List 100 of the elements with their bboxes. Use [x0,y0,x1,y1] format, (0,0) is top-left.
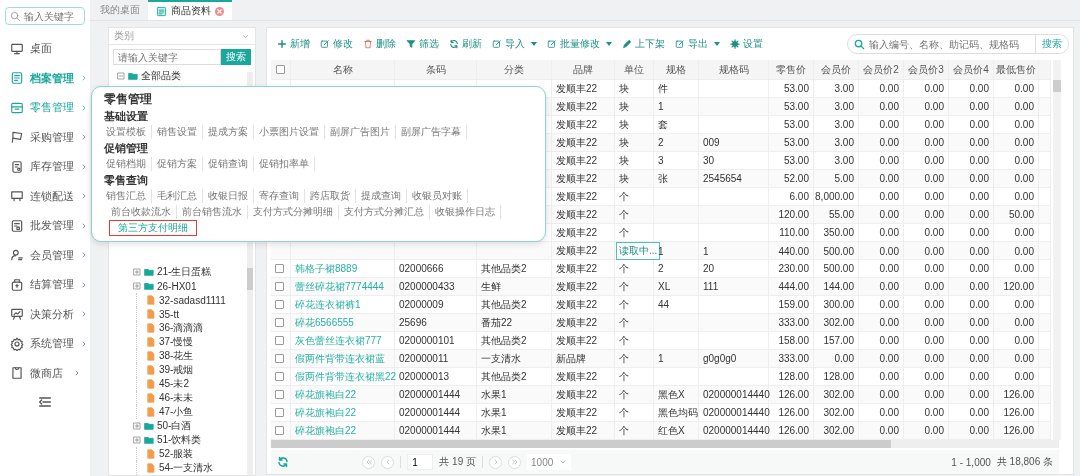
toolbar-button[interactable]: 导出 [675,37,720,52]
toolbar-button[interactable]: 筛选 [406,37,439,52]
tree-item[interactable]: 51-饮料类 [157,433,202,447]
tree-item[interactable]: 37-慢慢 [159,335,194,349]
menu-link[interactable]: 促销查询 [203,157,254,171]
toolbar-button[interactable]: 新增 [277,37,310,52]
tree-item[interactable]: 54-一支清水 [159,461,214,475]
nav-item[interactable]: 批发管理 [3,211,87,241]
toolbar-button[interactable]: 导入 [492,37,537,52]
product-name-link[interactable]: 假两件背带连衣裙蓝 [295,351,385,366]
menu-link[interactable]: 销售设置 [152,125,203,139]
nav-item[interactable]: 档案管理 [3,63,87,93]
menu-link[interactable]: 跨店取货 [305,189,356,203]
toolbar-button[interactable]: 设置 [730,37,763,52]
search-field[interactable]: 输入关键字 [5,7,85,25]
checkbox[interactable] [275,372,284,382]
checkbox[interactable] [275,318,284,328]
product-name-link[interactable]: 灰色蕾丝连衣裙777 [295,333,382,348]
checkbox[interactable] [275,336,284,346]
checkbox[interactable] [275,390,284,400]
menu-link[interactable]: 促销方案 [152,157,203,171]
product-name-link[interactable]: 碎花旗袍白22 [295,405,357,420]
menu-link[interactable]: 毛利汇总 [152,189,203,203]
search-button[interactable]: 搜索 [221,49,251,65]
expand-toggle-icon[interactable] [133,436,141,444]
checkbox[interactable] [275,264,284,274]
product-name-link[interactable]: 韩格子裙8889 [295,261,358,276]
tree-item[interactable]: 39-戒烟 [159,363,194,377]
tree-item[interactable]: 35-tt [159,308,179,320]
nav-item[interactable]: 桌面 [3,34,87,64]
nav-item[interactable]: 会员管理 [3,240,87,270]
menu-link[interactable]: 收银日报 [203,189,254,203]
collapse-toggle-icon[interactable] [117,72,125,80]
menu-link[interactable]: 提成查询 [356,189,407,203]
checkbox[interactable] [275,426,284,436]
tree-item[interactable]: 38-花生 [159,349,194,363]
product-name-link[interactable]: 碎花6566555 [295,315,354,330]
expand-toggle-icon[interactable] [133,282,141,290]
menu-link[interactable]: 前台销售流水 [177,205,248,219]
tab[interactable]: 我的桌面 [92,0,148,20]
toolbar-button[interactable]: 删除 [363,37,396,52]
search-field[interactable]: 请输入关键字 [113,49,221,65]
first-page-button[interactable] [362,455,376,469]
menu-link[interactable]: 寄存查询 [254,189,305,203]
product-name-link[interactable]: 碎花旗袍白22 [295,423,357,438]
checkbox[interactable] [276,65,285,75]
scrollbar-thumb[interactable] [247,268,253,290]
tree-item[interactable]: 21-生日蛋糕 [157,265,212,279]
nav-item[interactable]: 系统管理 [3,329,87,359]
menu-link[interactable]: 销售汇总 [106,189,152,203]
toolbar-button[interactable]: 修改 [320,37,353,52]
menu-link[interactable]: 支付方式分摊明细 [248,205,339,219]
menu-link[interactable]: 收银操作日志 [430,205,501,219]
expand-toggle-icon[interactable] [133,422,141,430]
menu-link[interactable]: 副屏广告图片 [325,125,396,139]
product-name-link[interactable]: 碎花旗袍白22 [295,387,357,402]
toolbar-button[interactable]: 上下架 [622,37,665,52]
menu-link[interactable]: 副屏广告字幕 [396,125,467,139]
checkbox[interactable] [275,408,284,418]
tree-item[interactable]: 26-HX01 [157,280,197,292]
tree-item[interactable]: 46-未未 [159,391,194,405]
tree-item[interactable]: 45-未2 [159,377,189,391]
product-name-link[interactable]: 碎花连衣裙裤1 [295,297,361,312]
tree-item[interactable]: 36-滴滴滴 [159,321,204,335]
menu-link[interactable]: 第三方支付明细 [110,221,196,235]
last-page-button[interactable] [508,455,522,469]
tree-item[interactable]: 32-sadasd1111 [159,294,226,306]
menu-link[interactable]: 提成方案 [203,125,254,139]
tree-item[interactable]: 全部品类 [141,69,181,83]
nav-item[interactable]: 零售管理 [3,93,87,123]
menu-link[interactable]: 收银员对账 [407,189,468,203]
product-name-link[interactable]: 假两件背带连衣裙黑22 [295,369,397,384]
menu-link[interactable]: 前台收款流水 [106,205,177,219]
menu-link[interactable]: 设置模板 [106,125,152,139]
nav-item[interactable]: 决策分析 [3,299,87,329]
product-name-link[interactable]: 蕾丝碎花裙7774444 [295,279,384,294]
page-size-select[interactable]: 1000 [527,454,572,471]
table-cell: 发顺丰22 [552,386,615,404]
tree-item[interactable]: 47-小鱼 [159,405,194,419]
nav-item[interactable]: 库存管理 [3,152,87,182]
checkbox[interactable] [275,354,284,364]
checkbox[interactable] [275,282,284,292]
nav-item[interactable]: 连锁配送 [3,181,87,211]
menu-link[interactable]: 促销扣率单 [254,157,315,171]
menu-link[interactable]: 小票图片设置 [254,125,325,139]
nav-item[interactable]: 结算管理 [3,270,87,300]
checkbox[interactable] [275,300,284,310]
tab[interactable]: 商品资料 [148,0,232,20]
menu-link[interactable]: 促销档期 [106,157,152,171]
nav-item[interactable]: 采购管理 [3,122,87,152]
toolbar-button[interactable]: 刷新 [449,37,482,52]
menu-link[interactable]: 支付方式分摊汇总 [339,205,430,219]
search-button[interactable]: 搜索 [1035,35,1068,54]
page-input[interactable]: 1 [407,454,434,471]
tree-item[interactable]: 52-服装 [159,447,194,461]
nav-item[interactable]: 微商店 [3,358,87,388]
category-select[interactable]: 类别 [109,28,255,45]
tree-item[interactable]: 50-白酒 [157,419,192,433]
expand-toggle-icon[interactable] [133,268,141,276]
toolbar-button[interactable]: 批量修改 [547,37,612,52]
